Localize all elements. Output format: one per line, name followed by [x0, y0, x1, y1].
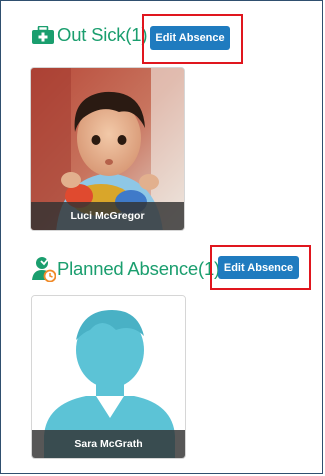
edit-absence-button[interactable]: Edit Absence	[218, 256, 299, 279]
student-name: Luci McGregor	[31, 202, 184, 230]
planned-absence-title: Planned Absence(1)	[57, 257, 221, 279]
planned-absence-header: Planned Absence(1)	[32, 256, 220, 282]
student-card[interactable]: Sara McGrath	[31, 295, 186, 459]
out-sick-title: Out Sick(1)	[57, 24, 148, 45]
person-clock-icon	[32, 257, 56, 282]
out-sick-header: Out Sick(1)	[32, 24, 148, 45]
student-card[interactable]: Luci McGregor	[30, 67, 185, 231]
medical-kit-icon	[32, 26, 54, 45]
edit-absence-button[interactable]: Edit Absence	[150, 26, 230, 50]
student-name: Sara McGrath	[32, 430, 185, 458]
